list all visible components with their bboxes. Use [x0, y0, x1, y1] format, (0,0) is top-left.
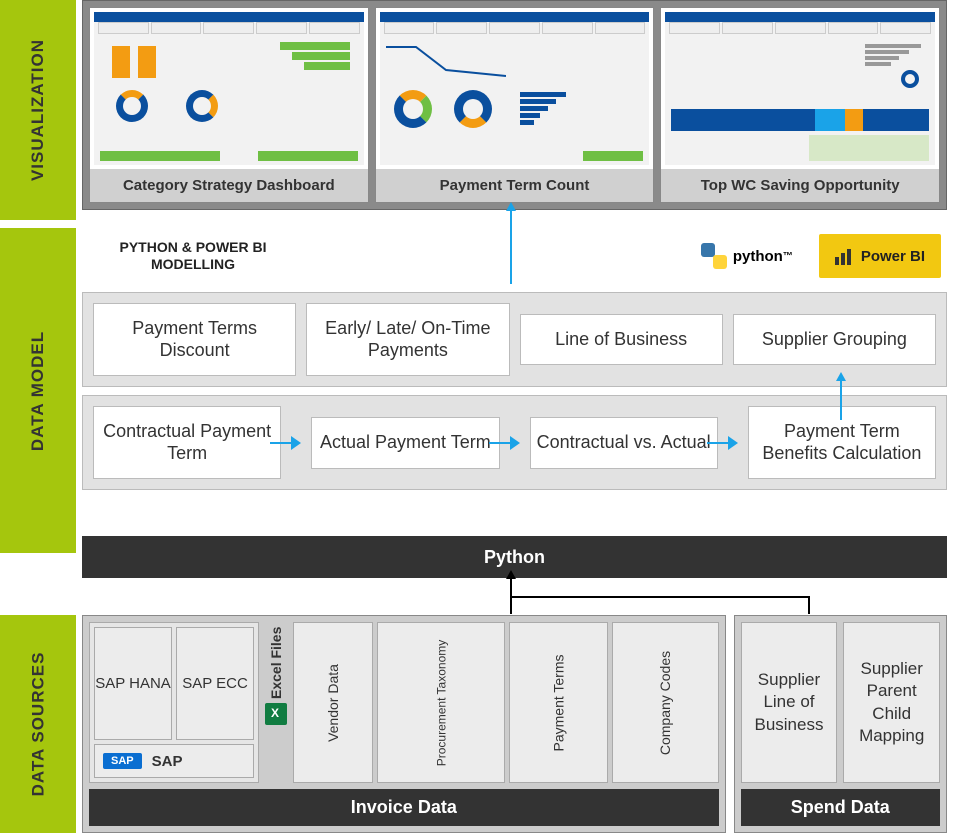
model-row-bottom: Contractual Payment Term Actual Payment … — [82, 395, 947, 490]
model-box-supplier-grouping: Supplier Grouping — [733, 314, 936, 366]
dashboard-thumbnail — [94, 12, 364, 165]
flow-arrow-icon — [728, 436, 738, 450]
viz-caption: Top WC Saving Opportunity — [661, 169, 939, 202]
invoice-data-group: SAP HANA SAP ECC SAP SAP Excel Files Ven… — [82, 615, 726, 833]
viz-tile-category-strategy: Category Strategy Dashboard — [89, 7, 369, 203]
dashboard-thumbnail — [665, 12, 935, 165]
modelling-label: PYTHON & POWER BI MODELLING — [88, 239, 298, 273]
spend-data-footer: Spend Data — [741, 789, 940, 826]
model-box-contractual-vs-actual: Contractual vs. Actual — [530, 417, 718, 469]
viz-tile-top-wc-saving: Top WC Saving Opportunity — [660, 7, 940, 203]
data-model-panel: PYTHON & POWER BI MODELLING python™ Powe… — [82, 228, 947, 528]
excel-company-codes: Company Codes — [612, 622, 718, 783]
excel-icon — [265, 703, 287, 725]
python-icon — [701, 243, 727, 269]
model-box-line-of-business: Line of Business — [520, 314, 723, 366]
dashboard-thumbnail — [380, 12, 650, 165]
visualization-panel: Category Strategy Dashboard Payment Term… — [82, 0, 947, 210]
sap-footer: SAP SAP — [94, 744, 254, 778]
flow-arrow-icon — [510, 436, 520, 450]
arrow-row2-to-row1 — [840, 380, 842, 420]
sap-hana-cell: SAP HANA — [94, 627, 172, 740]
sap-ecc-cell: SAP ECC — [176, 627, 254, 740]
powerbi-icon — [835, 247, 853, 265]
excel-files-label: Excel Files — [268, 679, 284, 699]
viz-caption: Payment Term Count — [376, 169, 654, 202]
model-box-payment-terms-discount: Payment Terms Discount — [93, 303, 296, 376]
spend-supplier-lob: Supplier Line of Business — [741, 622, 838, 783]
invoice-data-footer: Invoice Data — [89, 789, 719, 826]
section-label-data-sources: DATA SOURCES — [0, 615, 78, 833]
arrow-connector — [510, 596, 810, 598]
excel-procurement-taxonomy: Procurement Taxonomy — [377, 622, 506, 783]
excel-vendor-data: Vendor Data — [293, 622, 373, 783]
model-box-early-late-ontime: Early/ Late/ On-Time Payments — [306, 303, 509, 376]
excel-files-column: Excel Files Vendor Data Procurement Taxo… — [265, 622, 719, 783]
model-box-actual-pt: Actual Payment Term — [311, 417, 499, 469]
python-logo: python™ — [685, 234, 809, 278]
sap-column: SAP HANA SAP ECC SAP SAP — [89, 622, 259, 783]
powerbi-logo: Power BI — [819, 234, 941, 278]
section-label-visualization: VISUALIZATION — [0, 0, 78, 220]
viz-caption: Category Strategy Dashboard — [90, 169, 368, 202]
arrow-connector — [808, 596, 810, 614]
data-sources-panel: SAP HANA SAP ECC SAP SAP Excel Files Ven… — [82, 615, 947, 833]
spend-data-group: Supplier Line of Business Supplier Paren… — [734, 615, 947, 833]
viz-tile-payment-term-count: Payment Term Count — [375, 7, 655, 203]
model-box-contractual-pt: Contractual Payment Term — [93, 406, 281, 479]
arrow-model-to-viz — [510, 210, 512, 284]
modelling-header-row: PYTHON & POWER BI MODELLING python™ Powe… — [82, 228, 947, 284]
model-row-top: Payment Terms Discount Early/ Late/ On-T… — [82, 292, 947, 387]
section-label-data-model: DATA MODEL — [0, 228, 78, 553]
excel-payment-terms: Payment Terms — [509, 622, 608, 783]
spend-supplier-parent-child: Supplier Parent Child Mapping — [843, 622, 940, 783]
flow-arrow-icon — [291, 436, 301, 450]
sap-logo-icon: SAP — [103, 753, 142, 769]
architecture-diagram: VISUALIZATION DATA MODEL DATA SOURCES Ca… — [0, 0, 953, 835]
